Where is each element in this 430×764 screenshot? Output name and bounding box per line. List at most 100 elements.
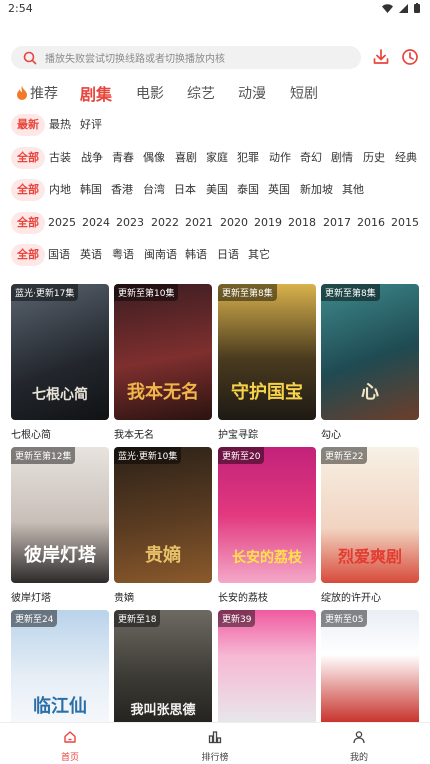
tab-short-drama[interactable]: 短剧: [290, 83, 318, 103]
tab-recommend[interactable]: 推荐: [16, 83, 58, 103]
filter-chip[interactable]: 2021: [185, 212, 213, 234]
filter-chip[interactable]: 日本: [174, 179, 196, 201]
status-bar: 2:54: [0, 0, 430, 18]
filter-chip[interactable]: 家庭: [206, 147, 228, 169]
filter-chip[interactable]: 好评: [80, 114, 102, 136]
signal-icon: [399, 3, 408, 13]
filter-chip[interactable]: 战争: [81, 147, 103, 169]
filter-chip[interactable]: 2024: [82, 212, 110, 234]
filter-chip[interactable]: 青春: [112, 147, 134, 169]
filter-chip[interactable]: 最新: [11, 114, 45, 136]
tab-anime[interactable]: 动漫: [238, 83, 266, 103]
flame-icon: [17, 86, 27, 100]
tab-variety[interactable]: 综艺: [187, 83, 215, 103]
download-icon[interactable]: [372, 48, 390, 66]
home-icon: [64, 731, 76, 743]
nav-ranking[interactable]: 排行榜: [185, 729, 245, 763]
update-badge: 更新至20: [218, 447, 265, 464]
filter-chip[interactable]: 内地: [49, 179, 71, 201]
filter-chip[interactable]: 台湾: [143, 179, 165, 201]
video-card[interactable]: 更新至第12集 彼岸灯塔 彼岸灯塔: [11, 447, 109, 604]
video-card[interactable]: 更新39: [218, 610, 316, 722]
filter-chip[interactable]: 国语: [48, 244, 70, 266]
tab-recommend-label: 推荐: [30, 86, 58, 102]
poster: 更新至05: [321, 610, 419, 722]
video-card[interactable]: 更新至第8集 守护国宝 护宝寻踪: [218, 284, 316, 441]
poster-art: 临江仙: [33, 696, 87, 717]
filter-chip[interactable]: 动作: [269, 147, 291, 169]
update-badge: 更新至24: [11, 610, 58, 627]
nav-profile-label: 我的: [349, 753, 368, 763]
history-icon[interactable]: [401, 48, 419, 66]
update-badge: 更新至05: [321, 610, 368, 627]
filter-chip[interactable]: 全部: [11, 244, 45, 266]
update-badge: 更新至第8集: [321, 284, 380, 301]
filter-chip[interactable]: 2022: [151, 212, 179, 234]
nav-profile[interactable]: 我的: [329, 729, 389, 763]
bottom-nav: 首页 排行榜 我的: [0, 722, 430, 764]
wifi-icon: [382, 3, 393, 13]
filter-chip[interactable]: 2019: [254, 212, 282, 234]
video-card[interactable]: 更新至第10集 我本无名 我本无名: [114, 284, 212, 441]
card-title: 七根心简: [11, 430, 51, 441]
filter-chip[interactable]: 2015: [391, 212, 419, 234]
filter-chip[interactable]: 全部: [11, 212, 45, 234]
filter-chip[interactable]: 2017: [323, 212, 351, 234]
filter-chip[interactable]: 全部: [11, 147, 45, 169]
filter-chip[interactable]: 剧情: [331, 147, 353, 169]
filter-chip[interactable]: 香港: [111, 179, 133, 201]
poster: 蓝光·更新10集 贵嫡: [114, 447, 212, 583]
filter-chip[interactable]: 英国: [268, 179, 290, 201]
filter-chip[interactable]: 全部: [11, 179, 45, 201]
status-icons: [382, 3, 420, 13]
filter-row-region: 全部 内地 韩国 香港 台湾 日本 美国 泰国 英国 新加坡 其他: [11, 179, 421, 201]
filter-chip[interactable]: 其它: [248, 244, 270, 266]
filter-chip[interactable]: 闽南语: [144, 244, 177, 266]
poster: 更新至第8集 心: [321, 284, 419, 420]
filter-row-year: 全部 2025 2024 2023 2022 2021 2020 2019 20…: [11, 212, 421, 234]
update-badge: 更新至22: [321, 447, 368, 464]
video-card[interactable]: 更新至24 临江仙: [11, 610, 109, 722]
filter-chip[interactable]: 2016: [357, 212, 385, 234]
video-card[interactable]: 更新至22 烈爱爽剧 绽放的许开心: [321, 447, 419, 604]
filter-chip[interactable]: 粤语: [112, 244, 134, 266]
filter-chip[interactable]: 其他: [342, 179, 364, 201]
search-input[interactable]: 播放失败尝试切换线路或者切换播放内核: [11, 46, 361, 69]
filter-chip[interactable]: 日语: [217, 244, 239, 266]
filter-chip[interactable]: 经典: [395, 147, 417, 169]
filter-chip[interactable]: 韩国: [80, 179, 102, 201]
filter-chip[interactable]: 韩语: [185, 244, 207, 266]
filter-chip[interactable]: 犯罪: [237, 147, 259, 169]
battery-icon: [414, 3, 420, 13]
filter-chip[interactable]: 英语: [80, 244, 102, 266]
filter-chip[interactable]: 喜剧: [175, 147, 197, 169]
filter-chip[interactable]: 最热: [49, 114, 71, 136]
filter-chip[interactable]: 泰国: [237, 179, 259, 201]
video-card[interactable]: 蓝光·更新10集 贵嫡 贵嫡: [114, 447, 212, 604]
filter-chip[interactable]: 2023: [116, 212, 144, 234]
video-card[interactable]: 蓝光·更新17集 七根心简 七根心简: [11, 284, 109, 441]
video-card[interactable]: 更新至18 我叫张思德: [114, 610, 212, 722]
filter-chip[interactable]: 历史: [363, 147, 385, 169]
poster: 更新至第12集 彼岸灯塔: [11, 447, 109, 583]
update-badge: 更新至18: [114, 610, 161, 627]
filter-chip[interactable]: 2020: [220, 212, 248, 234]
filter-chip[interactable]: 古装: [49, 147, 71, 169]
filter-chip[interactable]: 新加坡: [300, 179, 333, 201]
poster-art: 长安的荔枝: [232, 550, 302, 566]
video-card[interactable]: 更新至第8集 心 勾心: [321, 284, 419, 441]
poster-art: 我叫张思德: [130, 703, 196, 718]
poster: 更新至20 长安的荔枝: [218, 447, 316, 583]
filter-chip[interactable]: 2025: [48, 212, 76, 234]
video-card[interactable]: 更新至05: [321, 610, 419, 722]
poster: 更新至24 临江仙: [11, 610, 109, 722]
video-card[interactable]: 更新至20 长安的荔枝 长安的荔枝: [218, 447, 316, 604]
tab-movie[interactable]: 电影: [136, 83, 164, 103]
update-badge: 更新至第8集: [218, 284, 277, 301]
filter-chip[interactable]: 奇幻: [300, 147, 322, 169]
nav-home[interactable]: 首页: [40, 729, 100, 763]
filter-chip[interactable]: 偶像: [143, 147, 165, 169]
filter-chip[interactable]: 美国: [206, 179, 228, 201]
filter-chip[interactable]: 2018: [288, 212, 316, 234]
tab-series[interactable]: 剧集: [80, 81, 112, 105]
